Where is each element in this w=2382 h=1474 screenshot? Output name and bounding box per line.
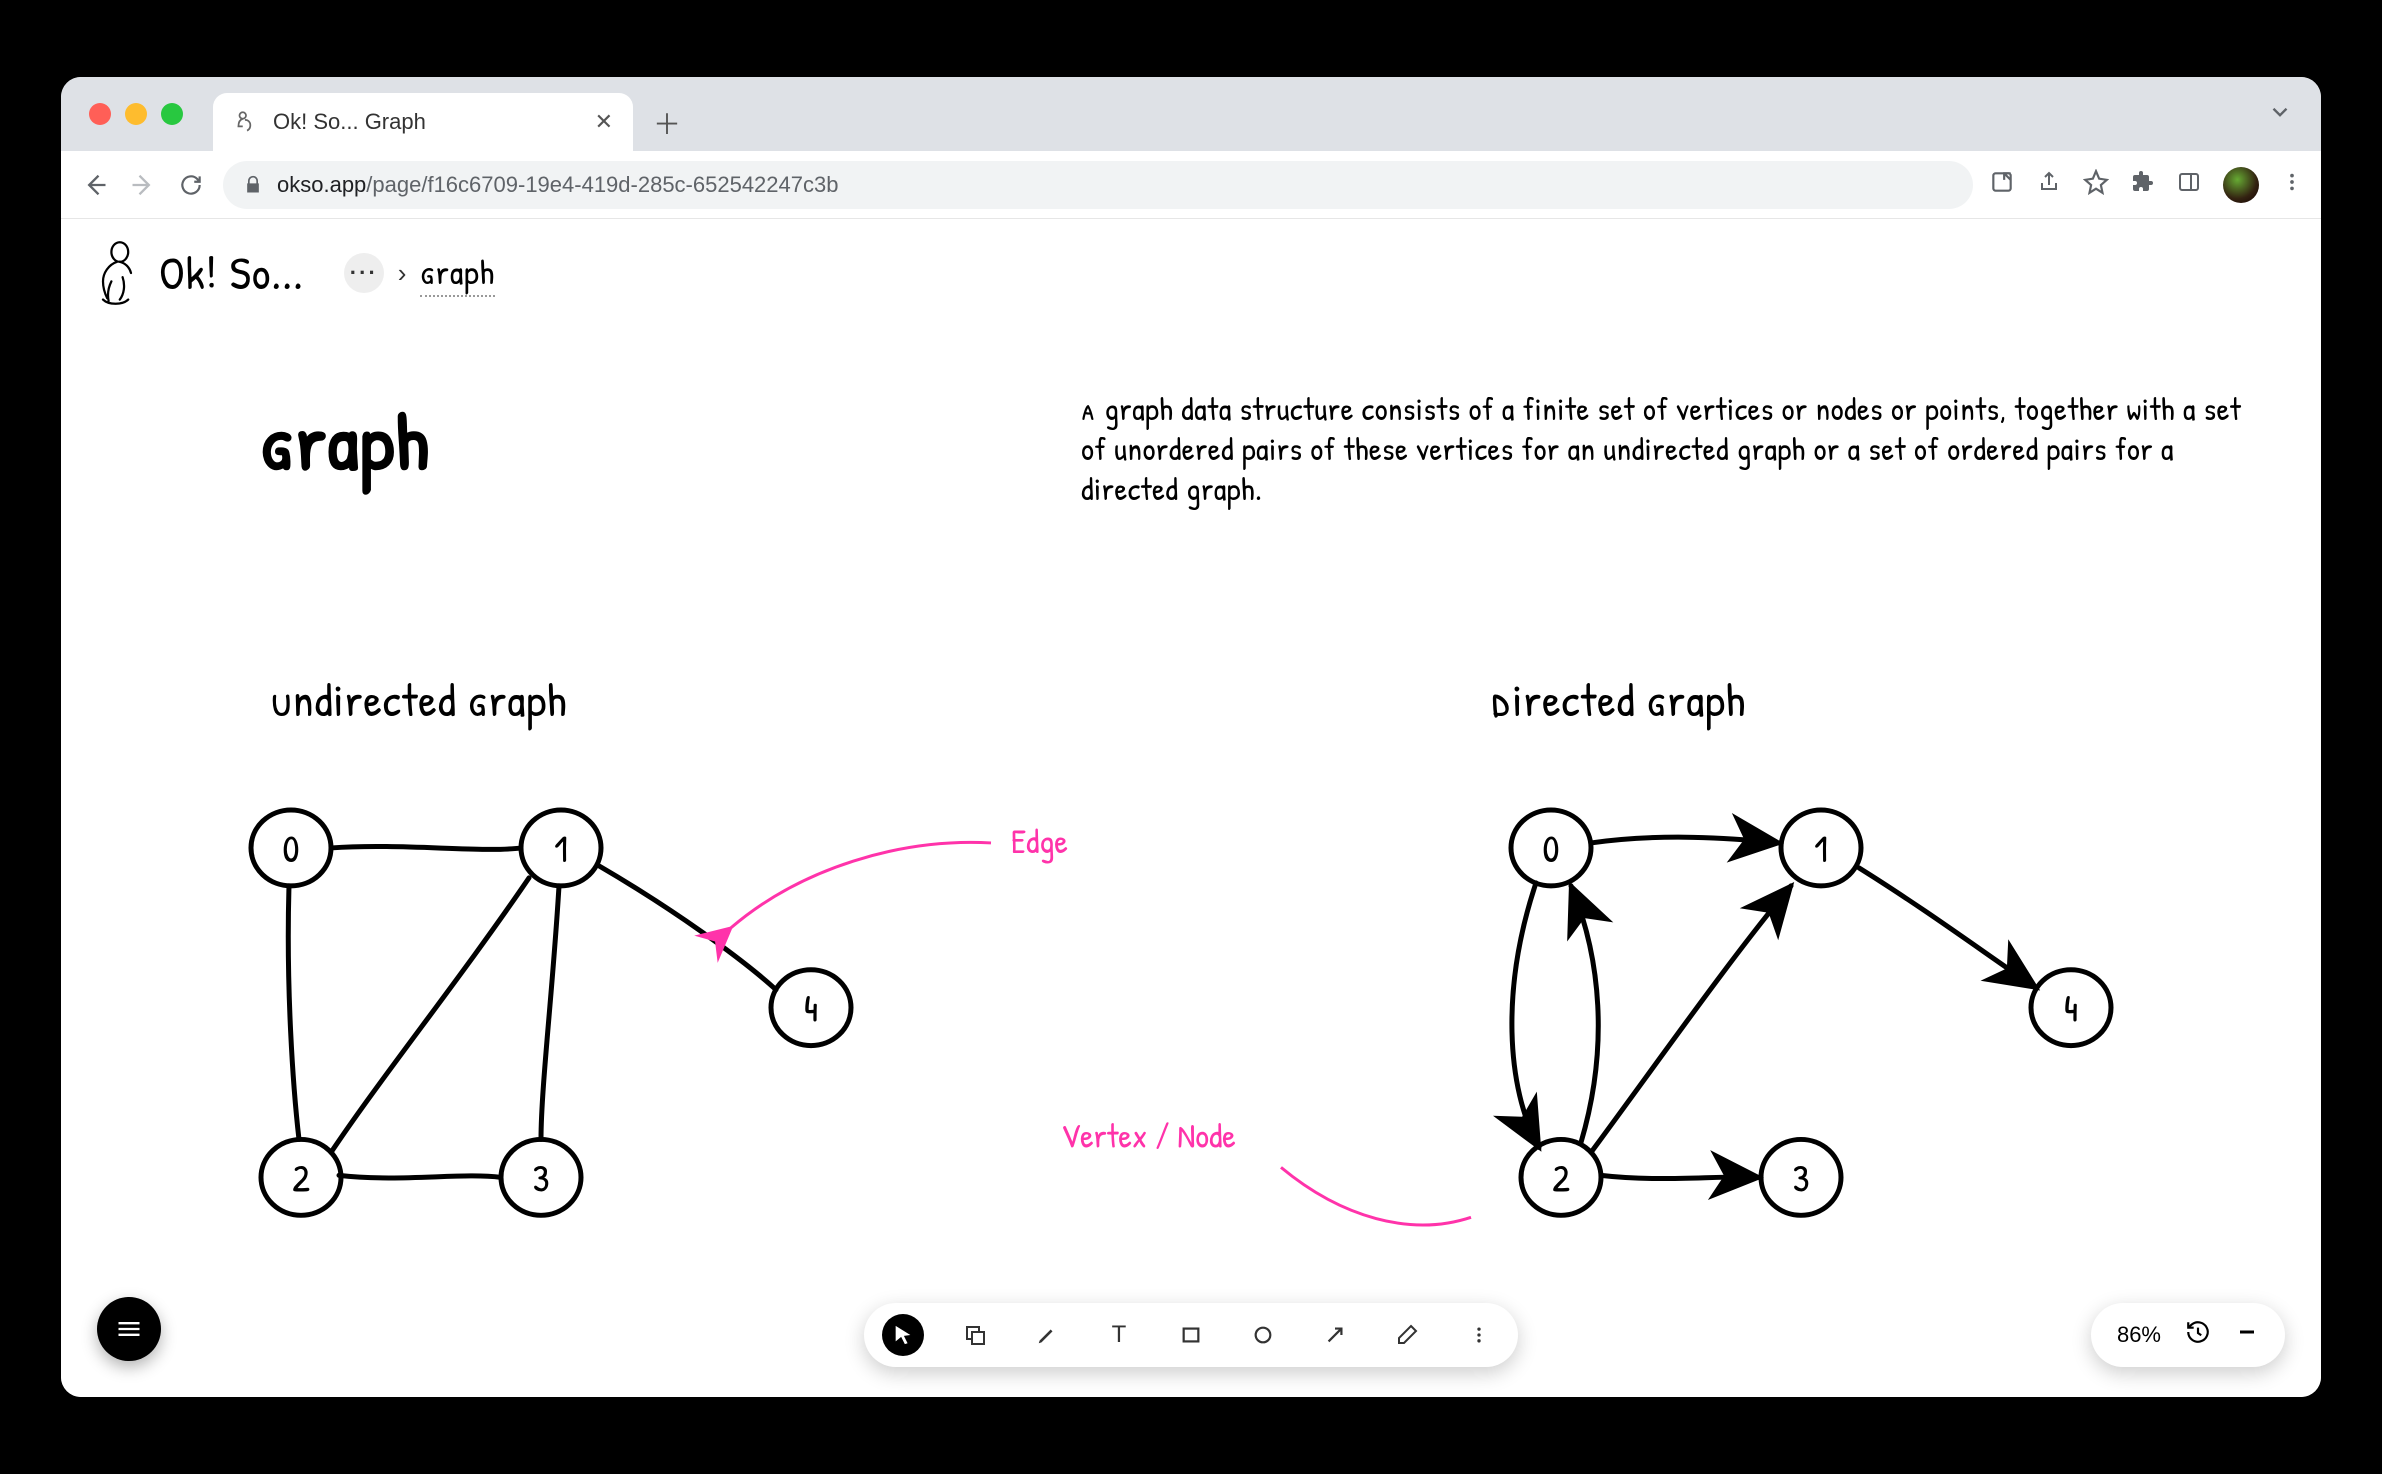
share-icon[interactable] — [2037, 170, 2061, 199]
node-label: 3 — [532, 1151, 549, 1203]
node-label: 1 — [554, 822, 568, 874]
zoom-pill: 86% — [2091, 1303, 2285, 1367]
node-label: 4 — [804, 982, 818, 1034]
annotation-vertex: Vertex / Node — [1061, 1112, 1236, 1158]
side-panel-icon[interactable] — [2177, 170, 2201, 199]
tool-more[interactable] — [1458, 1314, 1500, 1356]
tab-title: Ok! So... Graph — [273, 109, 426, 135]
browser-tab[interactable]: Ok! So... Graph ✕ — [213, 93, 633, 151]
node-label: 2 — [1552, 1151, 1570, 1203]
lock-icon — [243, 175, 263, 195]
tool-eraser[interactable] — [1386, 1314, 1428, 1356]
minimize-window-button[interactable] — [125, 103, 147, 125]
extensions-icon[interactable] — [2131, 170, 2155, 199]
address-bar[interactable]: okso.app/page/f16c6709-19e4-419d-285c-65… — [223, 161, 1973, 209]
tab-close-button[interactable]: ✕ — [595, 109, 613, 135]
tool-rectangle[interactable] — [1170, 1314, 1212, 1356]
profile-avatar[interactable] — [2223, 167, 2259, 203]
maximize-window-button[interactable] — [161, 103, 183, 125]
node-label: 3 — [1792, 1151, 1809, 1203]
url-text: okso.app/page/f16c6709-19e4-419d-285c-65… — [277, 172, 838, 198]
favicon-icon — [233, 109, 259, 135]
tool-ellipse[interactable] — [1242, 1314, 1284, 1356]
annotation-edge: Edge — [1011, 818, 1068, 864]
browser-toolbar: okso.app/page/f16c6709-19e4-419d-285c-65… — [61, 151, 2321, 219]
reload-button[interactable] — [175, 169, 207, 201]
close-window-button[interactable] — [89, 103, 111, 125]
history-icon[interactable] — [2185, 1319, 2211, 1351]
browser-actions — [1989, 167, 2303, 203]
tool-pill: T — [864, 1303, 1518, 1367]
tool-text[interactable]: T — [1098, 1314, 1140, 1356]
forward-button[interactable] — [127, 169, 159, 201]
browser-window: Ok! So... Graph ✕ ＋ okso.app/page/f16c67… — [61, 77, 2321, 1397]
window-controls — [81, 103, 197, 125]
bookmark-icon[interactable] — [2083, 169, 2109, 200]
tab-overflow-button[interactable] — [2267, 99, 2293, 130]
menu-fab[interactable] — [97, 1297, 161, 1361]
node-label: 2 — [292, 1151, 310, 1203]
drawing-canvas[interactable]: 0 1 2 3 4 Edge Vertex / Node — [61, 219, 2321, 1397]
back-button[interactable] — [79, 169, 111, 201]
install-app-icon[interactable] — [1989, 169, 2015, 200]
new-tab-button[interactable]: ＋ — [643, 99, 691, 147]
minus-icon[interactable] — [2235, 1320, 2259, 1350]
node-label: 0 — [1542, 822, 1559, 874]
tool-pen[interactable] — [1026, 1314, 1068, 1356]
app-content: Ok! So... ··· › Graph Graph A graph data… — [61, 219, 2321, 1397]
node-label: 4 — [2064, 982, 2078, 1034]
tool-select[interactable] — [882, 1314, 924, 1356]
tab-strip: Ok! So... Graph ✕ ＋ — [61, 77, 2321, 151]
tool-arrow[interactable] — [1314, 1314, 1356, 1356]
node-label: 0 — [282, 822, 299, 874]
tool-layers[interactable] — [954, 1314, 996, 1356]
browser-menu-icon[interactable] — [2281, 171, 2303, 198]
node-label: 1 — [1814, 822, 1828, 874]
menu-icon — [115, 1315, 143, 1343]
zoom-level[interactable]: 86% — [2117, 1322, 2161, 1348]
